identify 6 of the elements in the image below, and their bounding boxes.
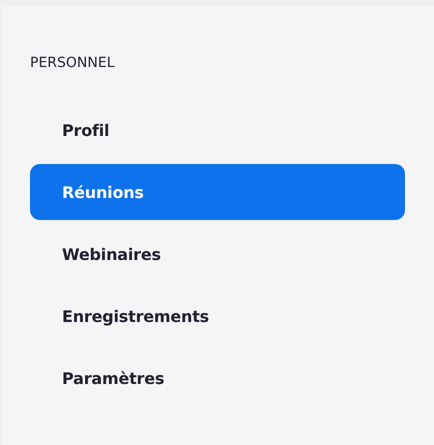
nav-item[interactable]: Profil (30, 102, 405, 158)
section-heading: PERSONNEL (29, 54, 116, 73)
nav-item[interactable]: Réunions (30, 164, 405, 220)
nav-item[interactable]: Paramètres (30, 350, 405, 406)
nav-item[interactable]: Webinaires (30, 226, 405, 282)
nav-item[interactable]: Enregistrements (30, 288, 405, 344)
